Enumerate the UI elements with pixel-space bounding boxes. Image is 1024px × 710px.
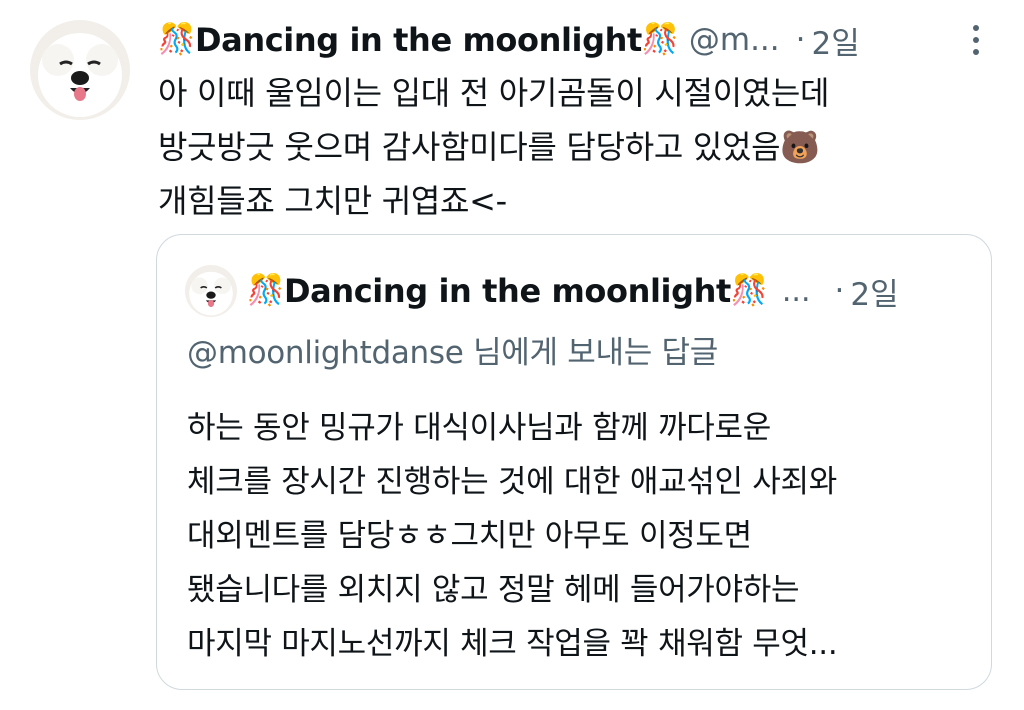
author-handle[interactable]: @m... — [689, 22, 780, 58]
quoted-text-line: 됐습니다를 외치지 않고 정말 헤메 들어가야하는 — [187, 572, 800, 608]
tweet-text-line: 아 이때 울임이는 입대 전 아기곰돌이 시절이였는데 — [158, 74, 830, 112]
confetti-icon: 🎊 — [158, 22, 195, 57]
quoted-text-line: 마지막 마지노선까지 체크 작업을 꽉 채워함 무엇... — [187, 626, 838, 662]
separator-dot: · — [795, 22, 806, 58]
author-name-link[interactable]: 🎊 Dancing in the moonlight 🎊 — [158, 21, 679, 59]
tweet-text: 아 이때 울임이는 입대 전 아기곰돌이 시절이였는데 방긋방긋 웃으며 감사함… — [158, 66, 978, 228]
separator-dot: · — [834, 273, 845, 309]
replying-to-label: @moonlightdanse 님에게 보내는 답글 — [187, 335, 718, 371]
quoted-author-avatar — [185, 265, 237, 317]
author-avatar[interactable] — [30, 20, 130, 120]
quoted-author-handle: ... — [781, 273, 811, 309]
quoted-tweet-text: 하는 동안 밍규가 대식이사님과 함께 까다로운 체크를 장시간 진행하는 것에… — [187, 401, 977, 671]
tweet-timestamp[interactable]: 2일 — [812, 18, 860, 63]
quoted-text-line: 하는 동안 밍규가 대식이사님과 함께 까다로운 — [187, 410, 771, 446]
tweet-text-line: 개힘들죠 그치만 귀엽죠<- — [158, 182, 507, 220]
quoted-tweet-header: 🎊 Dancing in the moonlight 🎊 ... · 2일 — [247, 265, 967, 317]
quoted-tweet-card[interactable]: 🎊 Dancing in the moonlight 🎊 ... · 2일 @m… — [156, 234, 992, 690]
confetti-icon: 🎊 — [730, 273, 768, 308]
quoted-author-name: Dancing in the moonlight — [283, 272, 731, 310]
quoted-tweet-timestamp: 2일 — [850, 276, 899, 313]
more-options-icon[interactable] — [962, 20, 990, 60]
confetti-icon: 🎊 — [641, 22, 679, 57]
confetti-icon: 🎊 — [247, 273, 284, 308]
quoted-text-line: 체크를 장시간 진행하는 것에 대한 애교섞인 사죄와 — [187, 464, 837, 500]
author-name: Dancing in the moonlight — [194, 21, 642, 59]
quoted-author-name-group: 🎊 Dancing in the moonlight 🎊 — [247, 272, 768, 310]
tweet-text-line: 방긋방긋 웃으며 감사함미다를 담당하고 있었음🐻 — [158, 128, 820, 166]
tweet-header: 🎊 Dancing in the moonlight 🎊 @m... · 2일 — [158, 14, 998, 66]
quoted-text-line: 대외멘트를 담당ㅎㅎ그치만 아무도 이정도면 — [187, 518, 752, 554]
